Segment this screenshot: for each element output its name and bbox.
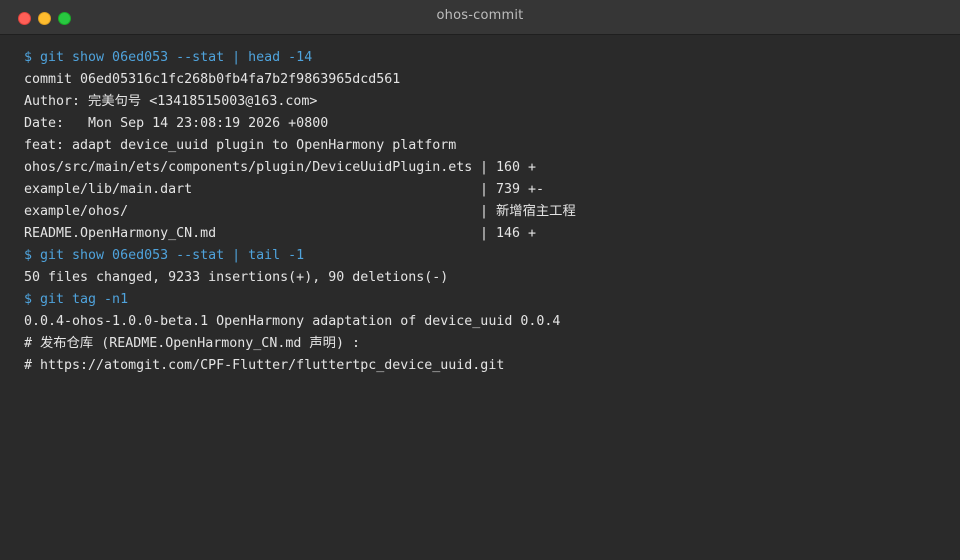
stat-row: ohos/src/main/ets/components/plugin/Devi… bbox=[24, 157, 936, 179]
stat-row: README.OpenHarmony_CN.md | 146 + bbox=[24, 223, 936, 245]
stat-path: example/ohos/ bbox=[24, 204, 129, 219]
stat-row: example/ohos/ | 新增宿主工程 bbox=[24, 201, 936, 223]
stat-count: 新增宿主工程 bbox=[496, 204, 576, 219]
stat-count: 739 +- bbox=[496, 182, 545, 197]
stat-count: 146 + bbox=[496, 226, 537, 241]
command-line: $ git show 06ed053 --stat | tail -1 bbox=[24, 248, 305, 263]
title-bar[interactable]: ohos-commit bbox=[0, 0, 960, 35]
comment-line: # 发布仓库 (README.OpenHarmony_CN.md 声明) : bbox=[24, 336, 360, 351]
terminal-output[interactable]: $ git show 06ed053 --stat | head -14 com… bbox=[24, 47, 936, 550]
terminal-window: ohos-commit $ git show 06ed053 --stat | … bbox=[0, 0, 960, 560]
commit-hash-line: commit 06ed05316c1fc268b0fb4fa7b2f986396… bbox=[24, 72, 401, 87]
stat-summary-line: 50 files changed, 9233 insertions(+), 90… bbox=[24, 270, 449, 285]
stat-separator: | bbox=[480, 226, 489, 241]
tag-line: 0.0.4-ohos-1.0.0-beta.1 OpenHarmony adap… bbox=[24, 314, 561, 329]
window-title: ohos-commit bbox=[436, 8, 524, 23]
command-line: $ git tag -n1 bbox=[24, 292, 129, 307]
commit-message-line: feat: adapt device_uuid plugin to OpenHa… bbox=[24, 138, 457, 153]
command-line: $ git show 06ed053 --stat | head -14 bbox=[24, 50, 313, 65]
stat-path: example/lib/main.dart bbox=[24, 182, 193, 197]
stat-count: 160 + bbox=[496, 160, 537, 175]
stat-separator: | bbox=[480, 204, 489, 219]
stat-row: example/lib/main.dart | 739 +- bbox=[24, 179, 936, 201]
stat-path: README.OpenHarmony_CN.md bbox=[24, 226, 217, 241]
date-line: Date: Mon Sep 14 23:08:19 2026 +0800 bbox=[24, 116, 329, 131]
stat-separator: | bbox=[480, 182, 489, 197]
stat-path: ohos/src/main/ets/components/plugin/Devi… bbox=[24, 160, 473, 175]
author-line: Author: 完美句号 <13418515003@163.com> bbox=[24, 94, 318, 109]
stat-separator: | bbox=[480, 160, 489, 175]
comment-line: # https://atomgit.com/CPF-Flutter/flutte… bbox=[24, 358, 505, 373]
